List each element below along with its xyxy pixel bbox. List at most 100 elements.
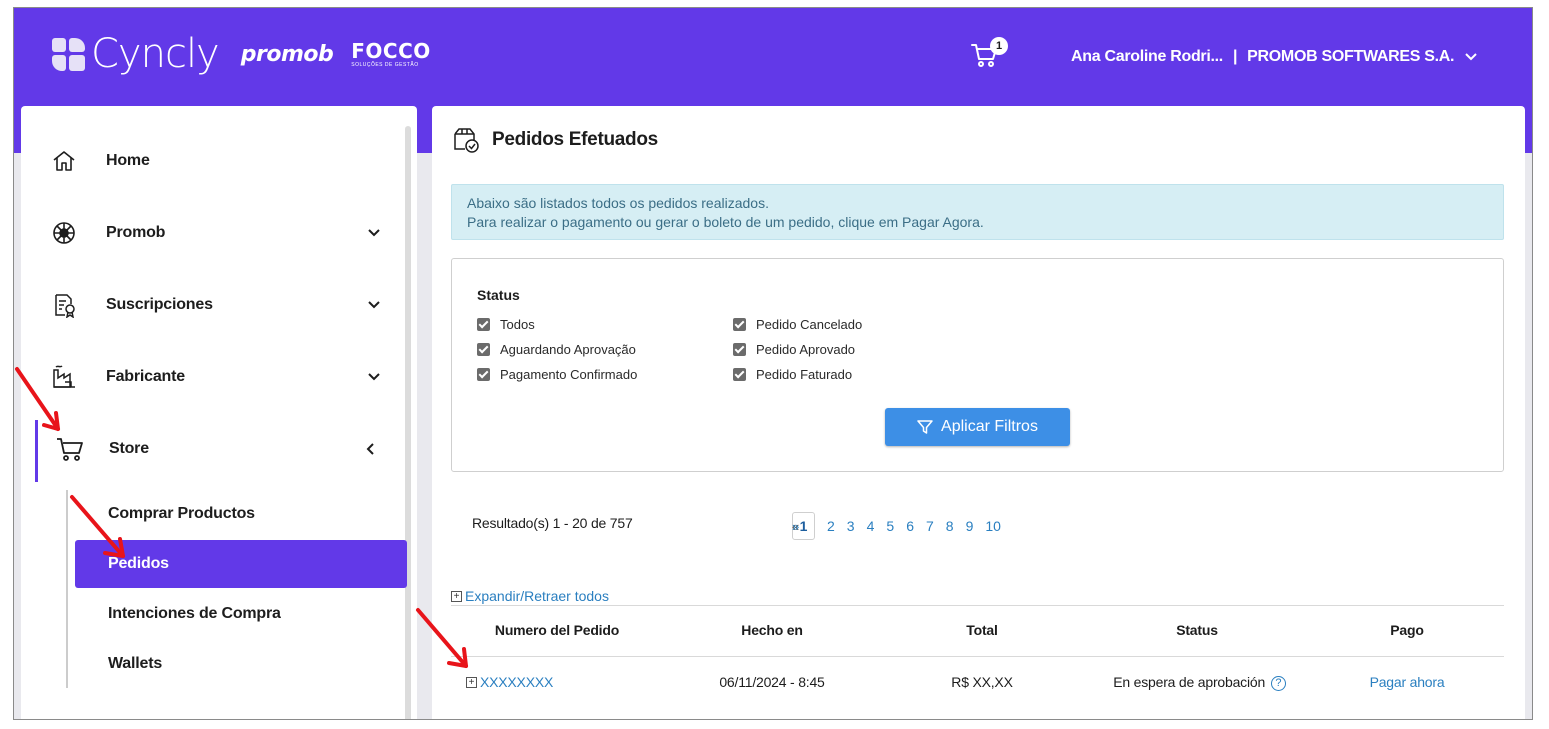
sidebar-item-suscripciones[interactable]: Suscripciones bbox=[21, 280, 401, 330]
info-line: Abaixo são listados todos os pedidos rea… bbox=[467, 195, 769, 211]
filter-option-pedido-faturado[interactable]: Pedido Faturado bbox=[733, 367, 852, 382]
order-status: En espera de aprobación ? bbox=[1097, 674, 1302, 691]
subscription-icon bbox=[55, 294, 75, 318]
filter-option-pedido-aprovado[interactable]: Pedido Aprovado bbox=[733, 342, 855, 357]
checkbox-checked-icon[interactable] bbox=[477, 318, 490, 331]
focco-logo: FOCCO SOLUÇÕES DE GESTÃO bbox=[351, 41, 431, 68]
annotation-arrow-order-icon bbox=[416, 608, 468, 668]
apply-filters-button[interactable]: Aplicar Filtros bbox=[885, 408, 1070, 446]
focco-logo-text: FOCCO bbox=[351, 38, 431, 63]
app-window: Cyncly promob FOCCO SOLUÇÕES DE GESTÃO 1… bbox=[13, 7, 1533, 720]
filter-option-pedido-cancelado[interactable]: Pedido Cancelado bbox=[733, 317, 862, 332]
expand-plus-icon: + bbox=[451, 590, 462, 602]
pay-now-link[interactable]: Pagar ahora bbox=[1357, 674, 1457, 690]
sidebar-item-home[interactable]: Home bbox=[21, 136, 401, 186]
filter-option-label: Pedido Cancelado bbox=[756, 317, 863, 332]
checkbox-checked-icon[interactable] bbox=[733, 343, 746, 356]
expand-collapse-label: Expandir/Retraer todos bbox=[465, 588, 609, 604]
chevron-down-icon bbox=[1465, 53, 1477, 61]
column-header-date[interactable]: Hecho en bbox=[702, 622, 842, 638]
filter-funnel-icon bbox=[917, 420, 933, 434]
sidebar: Home Promob Suscripciones Fabricante Sto… bbox=[21, 106, 417, 719]
sidebar-item-store[interactable]: Store bbox=[21, 424, 401, 474]
sidebar-item-label: Fabricante bbox=[106, 368, 185, 385]
column-header-payment[interactable]: Pago bbox=[1367, 622, 1447, 638]
checkbox-checked-icon[interactable] bbox=[477, 343, 490, 356]
pagination-page[interactable]: 8 bbox=[946, 518, 954, 534]
user-separator: | bbox=[1232, 48, 1238, 65]
company-name: PROMOB SOFTWARES S.A. bbox=[1247, 48, 1455, 65]
results-count: Resultado(s) 1 - 20 de 757 bbox=[472, 515, 633, 531]
filter-option-aguardando-aprovacao[interactable]: Aguardando Aprovação bbox=[477, 342, 636, 357]
user-name: Ana Caroline Rodri... bbox=[1071, 48, 1223, 65]
chevron-down-icon bbox=[368, 373, 380, 381]
info-alert: Abaixo são listados todos os pedidos rea… bbox=[451, 184, 1504, 240]
submenu-item-label: Wallets bbox=[108, 655, 163, 672]
column-header-status[interactable]: Status bbox=[1137, 622, 1257, 638]
table-divider bbox=[451, 605, 1504, 606]
home-icon bbox=[53, 151, 75, 171]
status-filter-panel: Status Todos Aguardando Aprovação Pagame… bbox=[451, 258, 1504, 472]
column-header-order-number[interactable]: Numero del Pedido bbox=[472, 622, 642, 638]
submenu-item-wallets[interactable]: Wallets bbox=[75, 640, 407, 688]
submenu-item-label: Intenciones de Compra bbox=[108, 605, 281, 622]
header-cart-button[interactable]: 1 bbox=[970, 37, 1010, 72]
page-header: Pedidos Efetuados bbox=[452, 126, 658, 154]
annotation-arrow-pedidos-icon bbox=[70, 495, 125, 558]
orders-box-icon bbox=[454, 128, 479, 153]
cyncly-logo-mark-icon bbox=[52, 37, 85, 71]
sidebar-item-label: Promob bbox=[106, 224, 166, 241]
chevron-left-icon bbox=[366, 443, 374, 455]
filter-option-label: Pedido Aprovado bbox=[756, 342, 856, 357]
pagination-page[interactable]: 4 bbox=[867, 518, 875, 534]
apply-filters-label: Aplicar Filtros bbox=[941, 418, 1038, 435]
pagination: « 1 2 3 4 5 6 7 8 9 10 » bbox=[792, 512, 1013, 540]
table-divider bbox=[451, 656, 1504, 657]
help-question-icon[interactable]: ? bbox=[1270, 676, 1286, 691]
sidebar-item-promob[interactable]: Promob bbox=[21, 208, 401, 258]
checkbox-checked-icon[interactable] bbox=[477, 368, 490, 381]
order-number-link[interactable]: + XXXXXXXX bbox=[466, 674, 576, 690]
order-number: XXXXXXXX bbox=[480, 674, 554, 690]
status-filter-label: Status bbox=[477, 287, 520, 303]
promob-logo: promob bbox=[240, 41, 334, 67]
brand-logos[interactable]: Cyncly promob FOCCO SOLUÇÕES DE GESTÃO bbox=[52, 30, 431, 78]
filter-option-label: Pedido Faturado bbox=[756, 367, 853, 382]
submenu-item-label: Comprar Productos bbox=[108, 505, 255, 522]
cyncly-logo: Cyncly bbox=[91, 31, 220, 77]
filter-option-label: Pagamento Confirmado bbox=[500, 367, 638, 382]
chevron-down-icon bbox=[368, 229, 380, 237]
pagination-page[interactable]: 6 bbox=[906, 518, 914, 534]
main-panel: Pedidos Efetuados Abaixo são listados to… bbox=[432, 106, 1525, 719]
sidebar-item-label: Suscripciones bbox=[106, 296, 213, 313]
annotation-arrow-store-icon bbox=[15, 367, 60, 431]
pagination-page[interactable]: 2 bbox=[827, 518, 835, 534]
page-title: Pedidos Efetuados bbox=[492, 129, 658, 150]
pagination-page[interactable]: 7 bbox=[926, 518, 934, 534]
pagination-page[interactable]: 3 bbox=[847, 518, 855, 534]
pagination-page[interactable]: 10 bbox=[985, 518, 1001, 534]
sidebar-item-label: Home bbox=[106, 152, 150, 169]
filter-option-label: Todos bbox=[500, 317, 535, 332]
expand-collapse-all-link[interactable]: + Expandir/Retraer todos bbox=[451, 588, 609, 604]
user-menu[interactable]: Ana Caroline Rodri... | PROMOB SOFTWARES… bbox=[1071, 48, 1478, 66]
pagination-page[interactable]: 9 bbox=[966, 518, 974, 534]
checkbox-checked-icon[interactable] bbox=[733, 318, 746, 331]
pagination-next[interactable]: » bbox=[792, 519, 799, 534]
sidebar-item-fabricante[interactable]: Fabricante bbox=[21, 352, 401, 402]
submenu-item-intenciones-de-compra[interactable]: Intenciones de Compra bbox=[75, 590, 407, 638]
info-line: Para realizar o pagamento ou gerar o bol… bbox=[467, 214, 984, 230]
expand-row-plus-icon[interactable]: + bbox=[466, 676, 477, 688]
order-total: R$ XX,XX bbox=[951, 674, 1013, 690]
chevron-down-icon bbox=[368, 301, 380, 309]
filter-option-pagamento-confirmado[interactable]: Pagamento Confirmado bbox=[477, 367, 637, 382]
column-header-total[interactable]: Total bbox=[942, 622, 1022, 638]
checkbox-checked-icon[interactable] bbox=[733, 368, 746, 381]
promob-icon bbox=[53, 222, 75, 244]
cart-count-badge: 1 bbox=[990, 37, 1008, 55]
submenu-guide-line bbox=[66, 490, 68, 688]
focco-tagline: SOLUÇÕES DE GESTÃO bbox=[351, 61, 419, 68]
order-date: 06/11/2024 - 8:45 bbox=[719, 674, 825, 690]
filter-option-todos[interactable]: Todos bbox=[477, 317, 535, 332]
pagination-page[interactable]: 5 bbox=[886, 518, 894, 534]
